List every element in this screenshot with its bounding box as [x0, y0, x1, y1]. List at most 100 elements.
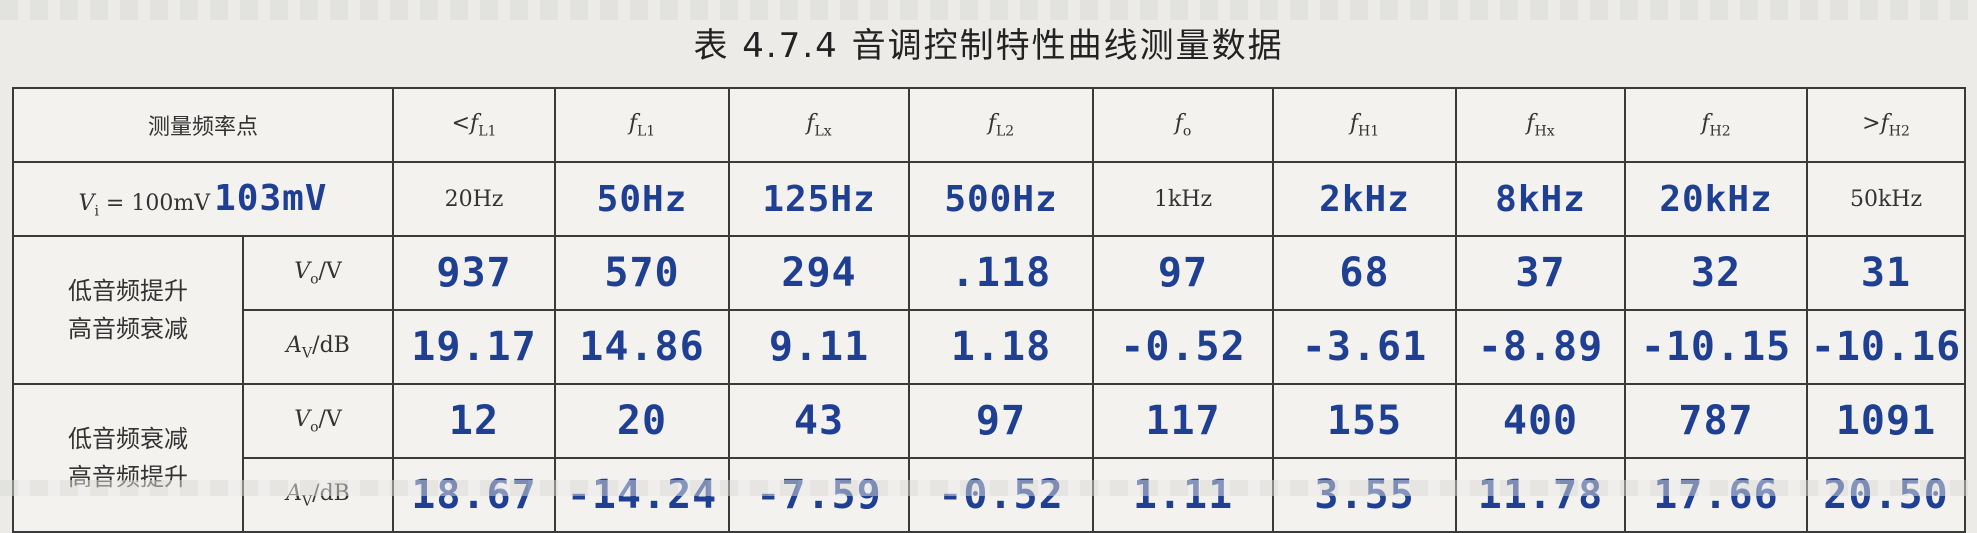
- freq-header-symbol: f: [1174, 110, 1183, 136]
- freq-header-subscript: H2: [1888, 123, 1910, 140]
- measurement-cell: 570: [554, 235, 731, 311]
- freq-value-cell: 20Hz: [392, 161, 557, 237]
- handwritten-freq: 500Hz: [944, 178, 1058, 220]
- measurement-cell: 400: [1455, 383, 1627, 459]
- freq-header-cell: fH1: [1272, 87, 1458, 163]
- measurement-cell: 43: [728, 383, 911, 459]
- measurement-cell: 117: [1092, 383, 1275, 459]
- measurement-cell: 1.18: [908, 309, 1095, 385]
- handwritten-value: 19.17: [411, 324, 537, 370]
- freq-value-cell: 50kHz: [1806, 161, 1967, 237]
- measurement-cell: 14.86: [554, 309, 731, 385]
- freq-header-symbol: f: [1880, 110, 1889, 136]
- handwritten-value: -10.15: [1640, 324, 1792, 370]
- quantity-label-cell: AV/dB: [241, 309, 395, 385]
- data-row: AV/dB 19.17 14.86 9.11 1.18 -0.52 -3.61 -8.89 -1…: [13, 309, 1967, 385]
- handwritten-freq: 2kHz: [1319, 178, 1410, 220]
- measurement-cell: .118: [908, 235, 1095, 311]
- handwritten-freq: 8kHz: [1495, 178, 1586, 220]
- handwritten-value: -0.52: [1120, 324, 1246, 370]
- freq-header-cell: fo: [1092, 87, 1275, 163]
- handwritten-value: -8.89: [1477, 324, 1604, 370]
- measurement-cell: 9.11: [728, 309, 911, 385]
- freq-header-subscript: Lx: [814, 123, 832, 140]
- handwritten-value: 31: [1860, 250, 1912, 296]
- quantity-unit: /V: [318, 258, 342, 284]
- handwritten-value: 43: [793, 398, 845, 444]
- freq-header-prefix: <: [451, 110, 471, 136]
- freq-header-subscript: H2: [1709, 123, 1731, 140]
- measurement-cell: -8.89: [1455, 309, 1627, 385]
- measurement-cell: -3.61: [1272, 309, 1458, 385]
- quantity-symbol: V: [294, 406, 311, 432]
- freq-value-cell: 2kHz: [1272, 161, 1458, 237]
- freq-header-subscript: Hx: [1534, 123, 1555, 140]
- freq-header-subscript: L2: [995, 123, 1015, 140]
- handwritten-value: 155: [1326, 398, 1403, 444]
- quantity-label-cell: Vo/V: [241, 383, 395, 459]
- freq-header-subscript: L1: [478, 123, 497, 140]
- freq-point-label: 测量频率点: [11, 87, 395, 163]
- measurement-cell: 97: [908, 383, 1095, 459]
- freq-header-cell: <fL1: [392, 87, 557, 163]
- handwritten-value: 37: [1515, 250, 1566, 296]
- data-row: 低音频提升 高音频衰减 Vo/V 937 570 294.118 97 68 37 32 31: [12, 235, 1967, 385]
- measurement-cell: 32: [1624, 235, 1809, 311]
- freq-header-symbol: f: [470, 110, 479, 136]
- handwritten-value: -3.61: [1301, 324, 1428, 370]
- freq-value-cell: 125Hz: [728, 161, 911, 237]
- group-label-line1: 低音频提升: [68, 277, 188, 305]
- vi-label-cell: Vi = 100mV 103mV: [11, 161, 395, 237]
- group-label-cell: 低音频衰减 高音频提升: [12, 383, 244, 533]
- measurement-table: 测量频率点 <fL1 fL1 fLx fL2 fo fH1 fHx fH2 >fH2 Vi = 10…: [11, 87, 1967, 533]
- vi-value: = 100mV: [98, 191, 211, 217]
- handwritten-value: 294: [781, 250, 857, 296]
- freq-header-cell: fL1: [554, 87, 731, 163]
- measurement-cell: 787: [1624, 383, 1809, 459]
- handwritten-freq: 125Hz: [762, 178, 876, 220]
- freq-header-subscript: H1: [1358, 123, 1380, 140]
- group-label-cell: 低音频提升 高音频衰减: [12, 235, 244, 385]
- freq-header-cell: >fH2: [1806, 87, 1967, 163]
- vi-row: Vi = 100mV 103mV 20Hz 50Hz 125Hz 500Hz 1kHz 2kH…: [11, 161, 1967, 237]
- quantity-unit: /dB: [312, 332, 350, 358]
- handwritten-value: 570: [604, 250, 680, 296]
- freq-header-symbol: f: [1349, 110, 1359, 136]
- freq-header-symbol: f: [628, 110, 637, 136]
- vi-symbol: V: [78, 191, 95, 217]
- handwritten-value: -10.16: [1810, 324, 1962, 370]
- quantity-symbol: A: [286, 332, 303, 358]
- handwritten-value: 937: [436, 250, 512, 296]
- freq-header-cell: fH2: [1624, 87, 1809, 163]
- measurement-cell: 937: [392, 235, 557, 311]
- measurement-cell: -10.16: [1806, 309, 1967, 385]
- measurement-cell: 155: [1272, 383, 1458, 459]
- measurement-cell: 68: [1272, 235, 1458, 311]
- printed-freq: 20Hz: [444, 186, 504, 212]
- measurement-cell: 12: [392, 383, 557, 459]
- handwritten-freq: 20kHz: [1659, 178, 1773, 220]
- freq-header-cell: fL2: [908, 87, 1095, 163]
- handwritten-value: 97: [975, 398, 1027, 444]
- header-row: 测量频率点 <fL1 fL1 fLx fL2 fo fH1 fHx fH2 >fH2: [11, 87, 1967, 163]
- table-title: 表 4.7.4 音调控制特性曲线测量数据: [693, 26, 1284, 66]
- freq-header-symbol: f: [987, 110, 996, 136]
- quantity-subscript: V: [302, 345, 313, 362]
- handwritten-value: 1091: [1835, 398, 1937, 444]
- handwritten-value: 12: [448, 398, 500, 444]
- freq-value-cell: 500Hz: [908, 161, 1095, 237]
- handwritten-value: 400: [1502, 398, 1579, 444]
- freq-header-cell: fLx: [728, 87, 911, 163]
- quantity-symbol: V: [294, 258, 311, 284]
- freq-header-symbol: f: [1526, 110, 1535, 136]
- freq-header-subscript: o: [1182, 123, 1192, 140]
- handwritten-value: 1.18: [950, 324, 1052, 370]
- data-row: 低音频衰减 高音频提升 Vo/V 12 20 43 97 117 155 400 787 1091: [12, 383, 1967, 533]
- freq-value-cell: 8kHz: [1455, 161, 1627, 237]
- handwritten-value: 14.86: [579, 324, 705, 370]
- measurement-cell: 19.17: [392, 309, 557, 385]
- freq-value-cell: 50Hz: [554, 161, 731, 237]
- quantity-subscript: o: [310, 419, 319, 436]
- freq-value-cell: 1kHz: [1092, 161, 1275, 237]
- quantity-label-cell: Vo/V: [241, 235, 395, 311]
